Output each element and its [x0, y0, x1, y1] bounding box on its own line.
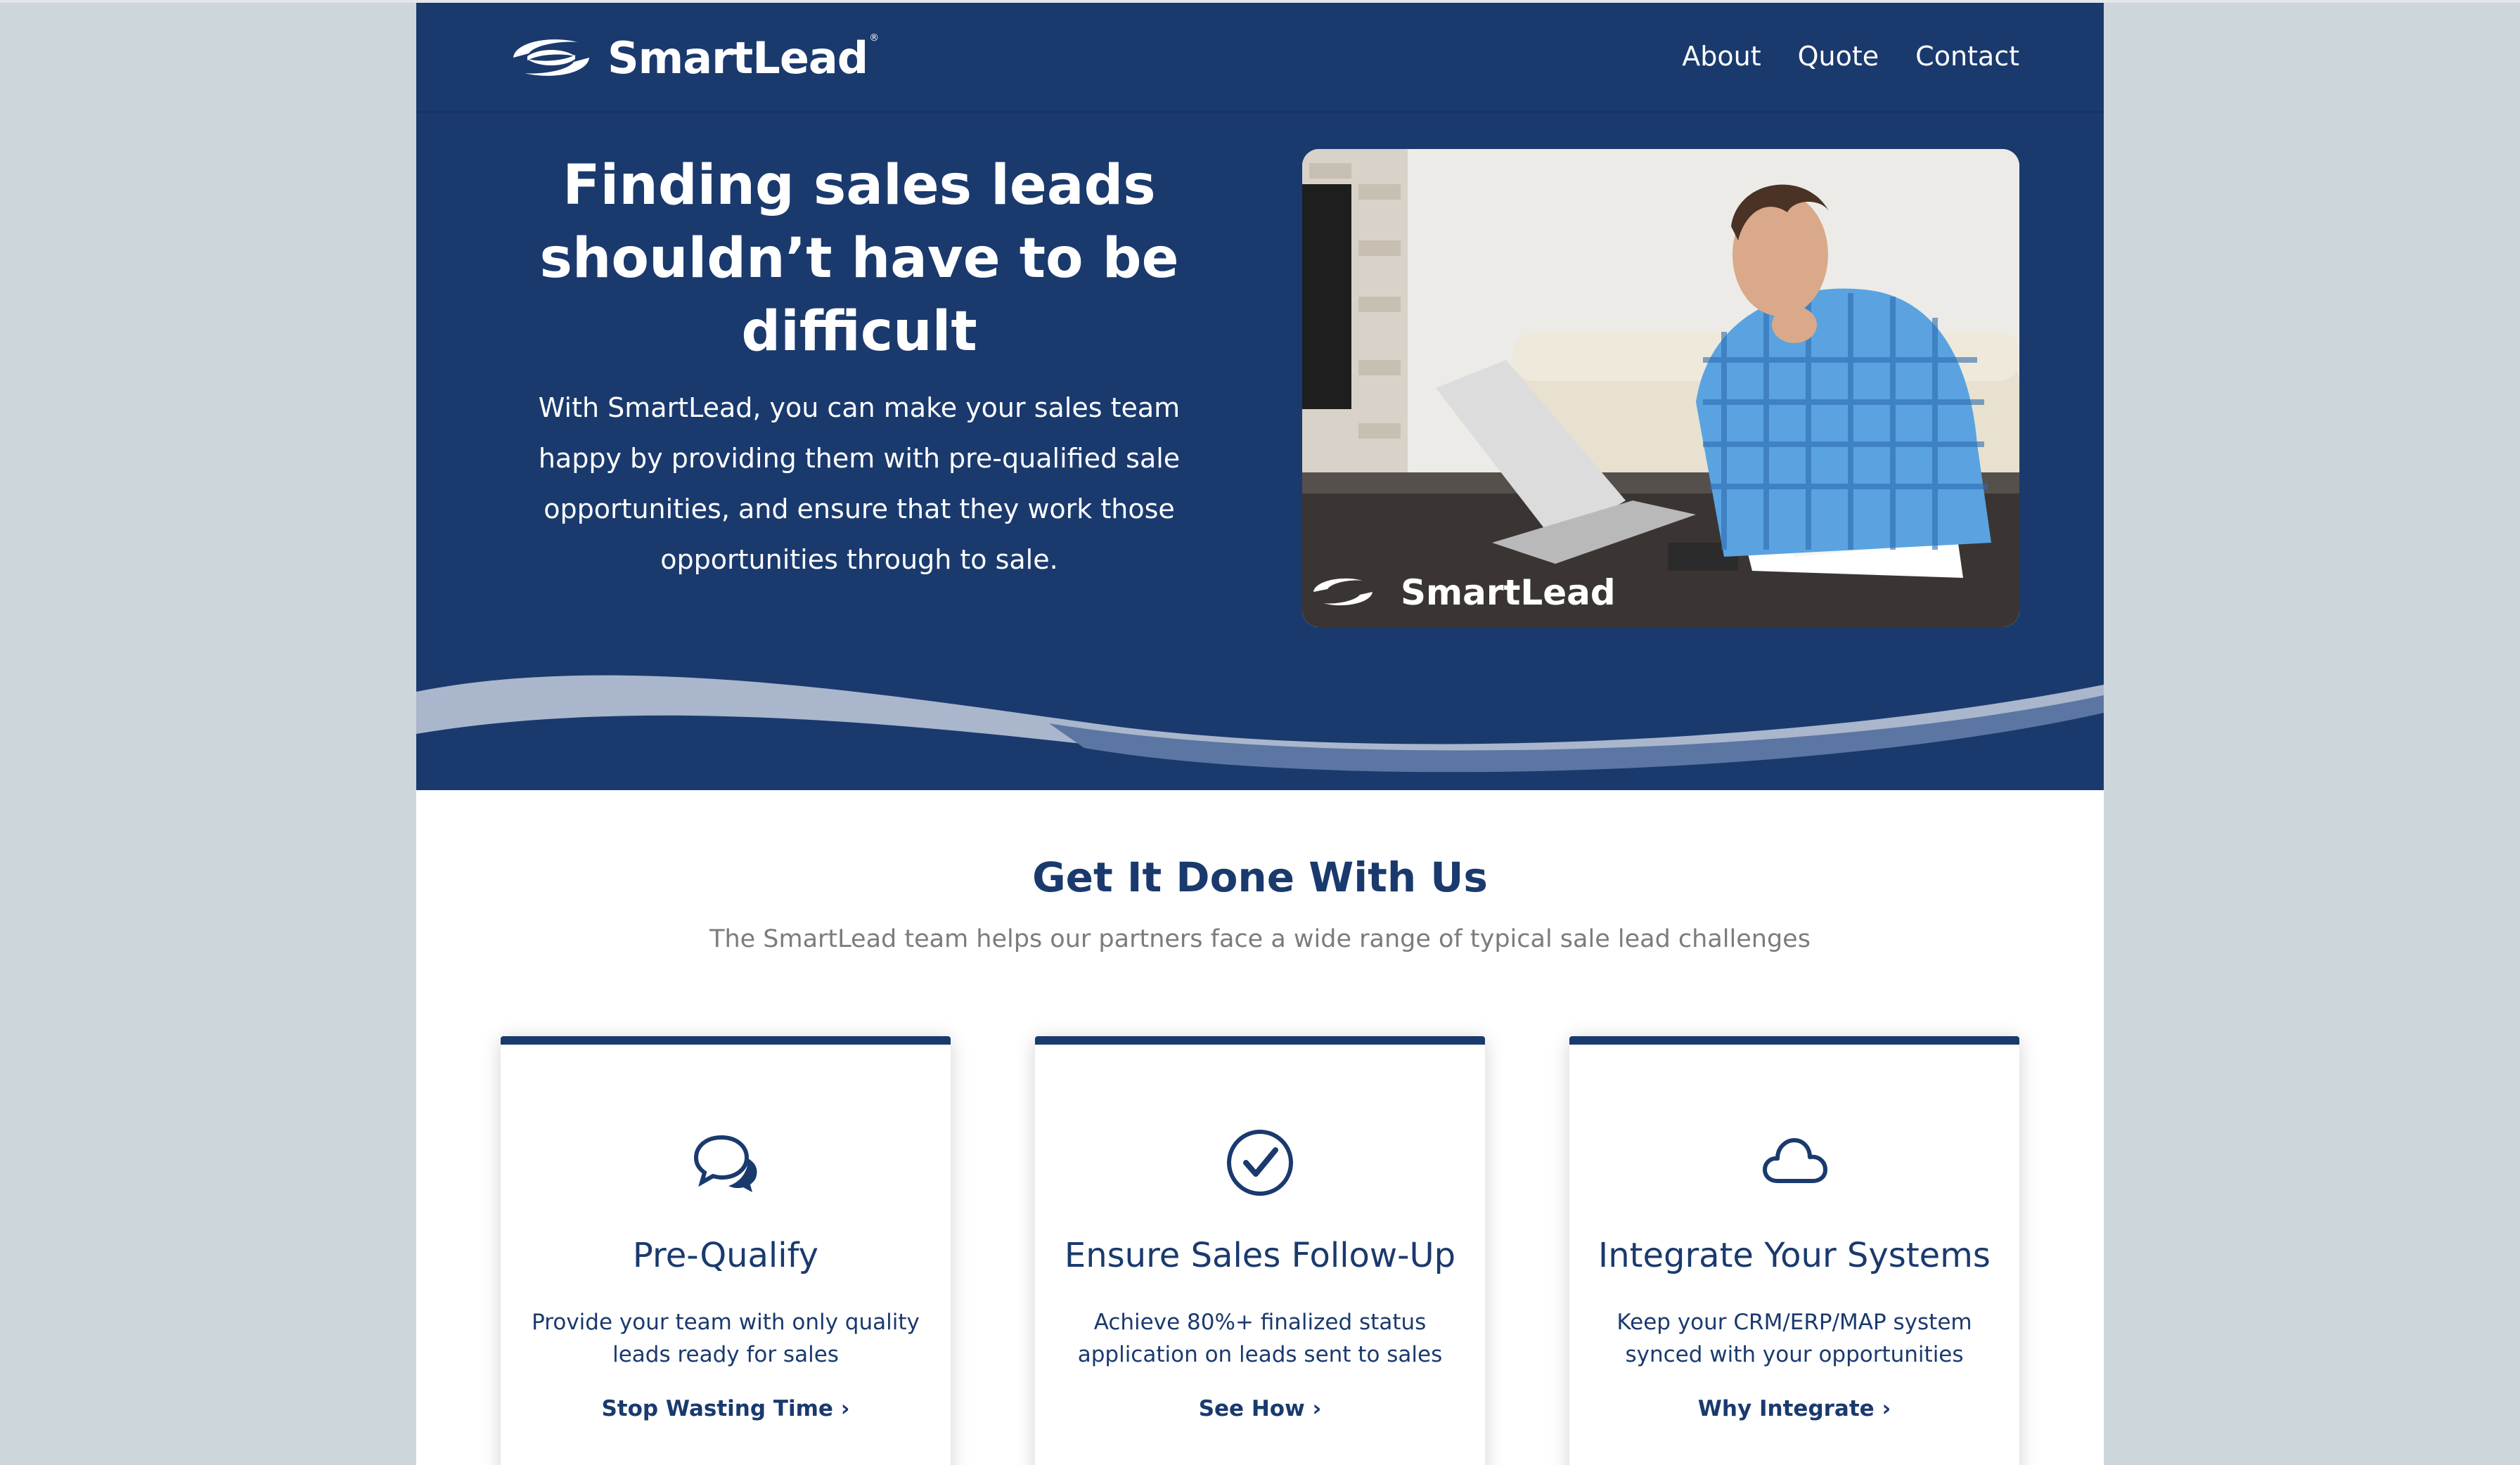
card-text: Achieve 80%+ finalized status applicatio…: [1077, 1310, 1443, 1367]
card-pre-qualify: Pre-Qualify Provide your team with only …: [501, 1036, 951, 1465]
card-link-see-how[interactable]: See How ›: [1035, 1396, 1485, 1421]
card-title: Pre-Qualify: [632, 1236, 819, 1275]
hero-wave-divider: [416, 657, 2104, 773]
hero-description: With SmartLead, you can make your sales …: [538, 392, 1181, 575]
main-nav: About Quote Contact: [1682, 41, 2019, 72]
navbar: SmartLead ® About Quote Contact: [416, 3, 2104, 113]
section-subtitle: The SmartLead team helps our partners fa…: [709, 925, 1811, 953]
hero-image: SmartLead: [1302, 149, 2019, 627]
smartlead-logo-icon: [513, 39, 589, 76]
card-link-why-integrate[interactable]: Why Integrate ›: [1569, 1396, 2019, 1421]
nav-link-contact[interactable]: Contact: [1915, 41, 2019, 72]
logo-text: SmartLead ®: [608, 32, 879, 84]
card-ensure-follow-up: Ensure Sales Follow-Up Achieve 80%+ fina…: [1035, 1036, 1485, 1465]
card-text: Keep your CRM/ERP/MAP system synced with…: [1616, 1310, 1972, 1367]
cloud-icon: [1763, 1138, 1827, 1183]
page: SmartLead ® About Quote Contact Finding s…: [416, 3, 2104, 1465]
svg-text:SmartLead: SmartLead: [1401, 572, 1616, 613]
check-circle-icon: [1227, 1130, 1293, 1196]
photo-man-with-laptop: SmartLead: [1302, 149, 2019, 627]
card-link-stop-wasting-time[interactable]: Stop Wasting Time ›: [501, 1396, 951, 1421]
card-text: Provide your team with only quality lead…: [532, 1310, 920, 1367]
card-title: Integrate Your Systems: [1598, 1236, 1991, 1275]
nav-link-quote[interactable]: Quote: [1798, 41, 1879, 72]
chat-bubbles-icon: [693, 1135, 757, 1192]
site-logo[interactable]: SmartLead ®: [508, 30, 879, 86]
card-title: Ensure Sales Follow-Up: [1064, 1236, 1456, 1275]
nav-link-about[interactable]: About: [1682, 41, 1761, 72]
card-integrate-systems: Integrate Your Systems Keep your CRM/ERP…: [1569, 1036, 2019, 1465]
hero-title: Finding sales leads shouldn’t have to be…: [539, 154, 1179, 363]
section-title: Get It Done With Us: [1032, 853, 1488, 901]
